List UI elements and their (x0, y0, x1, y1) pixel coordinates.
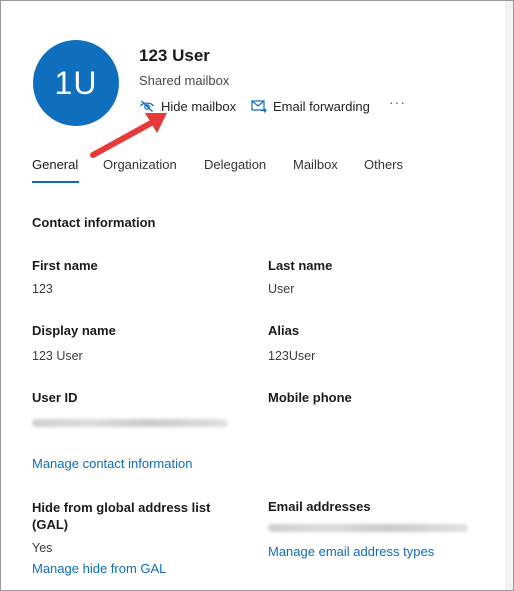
last-name-label: Last name (268, 258, 333, 273)
tab-organization[interactable]: Organization (103, 157, 177, 172)
tab-delegation[interactable]: Delegation (204, 157, 266, 172)
manage-contact-information-link[interactable]: Manage contact information (32, 456, 192, 471)
user-display-name: 123 User (139, 46, 210, 65)
email-addresses-label: Email addresses (268, 499, 371, 514)
email-forwarding-label: Email forwarding (273, 98, 370, 114)
scrollbar[interactable] (505, 1, 513, 590)
last-name-value: User (268, 282, 295, 296)
mail-forward-icon (251, 99, 267, 113)
first-name-label: First name (32, 258, 98, 273)
email-forwarding-button[interactable]: Email forwarding (251, 97, 370, 115)
more-options-icon[interactable]: ··· (389, 94, 406, 110)
mailbox-details-panel: 1U 123 User Shared mailbox Hide mailbox … (0, 0, 514, 591)
manage-email-address-types-link[interactable]: Manage email address types (268, 544, 434, 559)
alias-value: 123User (268, 349, 316, 363)
hide-mailbox-label: Hide mailbox (161, 98, 237, 114)
manage-hide-from-gal-link[interactable]: Manage hide from GAL (32, 561, 166, 576)
user-id-value-redacted (32, 419, 228, 427)
hide-from-gal-value: Yes (32, 541, 53, 555)
mailbox-type: Shared mailbox (139, 73, 230, 88)
active-tab-indicator (32, 181, 79, 183)
email-address-value-redacted (268, 524, 468, 532)
tab-mailbox[interactable]: Mailbox (293, 157, 338, 172)
display-name-value: 123 User (32, 349, 83, 363)
contact-information-heading: Contact information (32, 215, 156, 230)
mobile-phone-label: Mobile phone (268, 390, 352, 405)
display-name-label: Display name (32, 323, 116, 338)
tab-general[interactable]: General (32, 157, 78, 172)
alias-label: Alias (268, 323, 300, 338)
user-id-label: User ID (32, 390, 78, 405)
hide-from-gal-label: Hide from global address list (GAL) (32, 500, 211, 532)
tab-others[interactable]: Others (364, 157, 403, 172)
annotation-arrow-icon (90, 113, 167, 158)
first-name-value: 123 (32, 282, 53, 296)
